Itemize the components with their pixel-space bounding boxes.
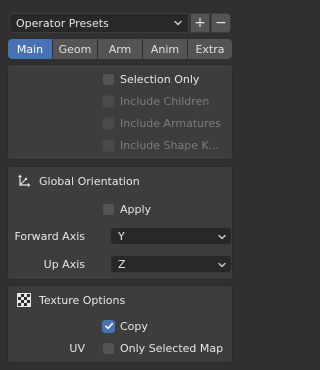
include-shape-keys-label: Include Shape K...: [120, 138, 220, 152]
selection-only-checkbox[interactable]: Selection Only: [102, 71, 199, 87]
forward-axis-label: Forward Axis: [14, 230, 85, 243]
checkbox-box[interactable]: [102, 202, 115, 216]
chevron-down-icon: [174, 20, 182, 26]
tab-geom[interactable]: Geom: [53, 39, 97, 59]
global-orientation-title: Global Orientation: [39, 174, 140, 188]
selection-only-label: Selection Only: [120, 72, 200, 86]
include-children-checkbox: Include Children: [102, 93, 209, 109]
chevron-down-icon: [218, 262, 226, 268]
checkbox-box[interactable]: [102, 341, 115, 355]
up-axis-value: Z: [118, 257, 126, 271]
up-axis-dropdown[interactable]: Z: [110, 255, 232, 273]
operator-presets-row: Operator Presets + −: [9, 13, 231, 33]
tab-main[interactable]: Main: [8, 39, 52, 59]
global-orientation-header[interactable]: Global Orientation: [8, 168, 232, 194]
apply-orientation-checkbox[interactable]: Apply: [102, 201, 151, 217]
checkbox-box: [102, 116, 115, 130]
operator-presets-dropdown[interactable]: Operator Presets: [9, 13, 189, 33]
checkbox-box: [102, 138, 115, 152]
forward-axis-dropdown[interactable]: Y: [110, 227, 232, 245]
copy-textures-checkbox[interactable]: Copy: [102, 318, 148, 334]
include-shape-keys-checkbox: Include Shape K...: [102, 137, 219, 153]
add-preset-button[interactable]: +: [190, 13, 210, 33]
orientation-axes-icon: [18, 174, 31, 187]
forward-axis-value: Y: [118, 229, 125, 243]
tab-anim[interactable]: Anim: [143, 39, 187, 59]
tab-extra[interactable]: Extra: [188, 39, 232, 59]
checkbox-box: [102, 94, 115, 108]
texture-options-panel: Texture Options Copy UV Only Selected Ma…: [7, 285, 233, 363]
texture-options-header[interactable]: Texture Options: [8, 287, 232, 313]
checkmark-icon: [104, 322, 113, 330]
include-armatures-checkbox: Include Armatures: [102, 115, 221, 131]
global-orientation-panel: Global Orientation Apply Forward Axis Y …: [7, 166, 233, 280]
remove-preset-button[interactable]: −: [211, 13, 231, 33]
only-selected-map-label: Only Selected Map: [120, 341, 224, 355]
checker-texture-icon: [17, 293, 31, 307]
only-selected-map-checkbox[interactable]: Only Selected Map: [102, 340, 223, 356]
uv-label: UV: [69, 342, 85, 355]
texture-options-title: Texture Options: [39, 293, 126, 307]
export-options-panel: Operator Presets + − Main Geom Arm Anim …: [0, 0, 240, 370]
include-armatures-label: Include Armatures: [120, 116, 221, 130]
operator-presets-label: Operator Presets: [16, 16, 109, 30]
apply-label: Apply: [120, 202, 152, 216]
include-children-label: Include Children: [120, 94, 210, 108]
chevron-down-icon: [218, 234, 226, 240]
copy-label: Copy: [120, 319, 148, 333]
include-panel: Selection Only Include Children Include …: [7, 64, 233, 160]
up-axis-label: Up Axis: [43, 258, 85, 271]
checkbox-box[interactable]: [102, 72, 115, 86]
tab-bar: Main Geom Arm Anim Extra: [8, 39, 232, 59]
checkbox-box[interactable]: [102, 319, 115, 333]
tab-arm[interactable]: Arm: [98, 39, 142, 59]
